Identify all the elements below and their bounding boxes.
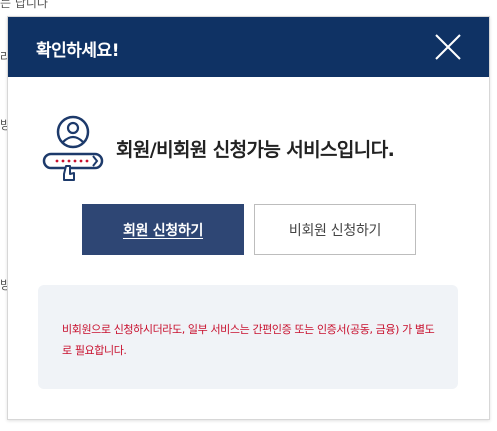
guest-apply-button[interactable]: 비회원 신청하기 bbox=[254, 204, 416, 255]
dialog-header: 확인하세요! bbox=[8, 17, 489, 77]
member-search-icon bbox=[42, 115, 104, 181]
close-button[interactable] bbox=[433, 32, 463, 62]
notice-text: 비회원으로 신청하시더라도, 일부 서비스는 간편인증 또는 인증서(공동, 금… bbox=[62, 323, 435, 357]
member-apply-button[interactable]: 회원 신청하기 bbox=[82, 204, 244, 255]
confirm-dialog: 확인하세요! 회원/비회원 신청가능 서비스입니다. 회원 신청하기 비회원 신… bbox=[7, 16, 490, 420]
close-icon bbox=[435, 34, 461, 60]
background-text-top: 는 답니다 bbox=[0, 0, 48, 10]
notice-box: 비회원으로 신청하시더라도, 일부 서비스는 간편인증 또는 인증서(공동, 금… bbox=[38, 285, 458, 389]
dialog-message: 회원/비회원 신청가능 서비스입니다. bbox=[116, 139, 395, 161]
dialog-message-row: 회원/비회원 신청가능 서비스입니다. bbox=[40, 114, 470, 184]
dialog-title: 확인하세요! bbox=[36, 41, 119, 61]
